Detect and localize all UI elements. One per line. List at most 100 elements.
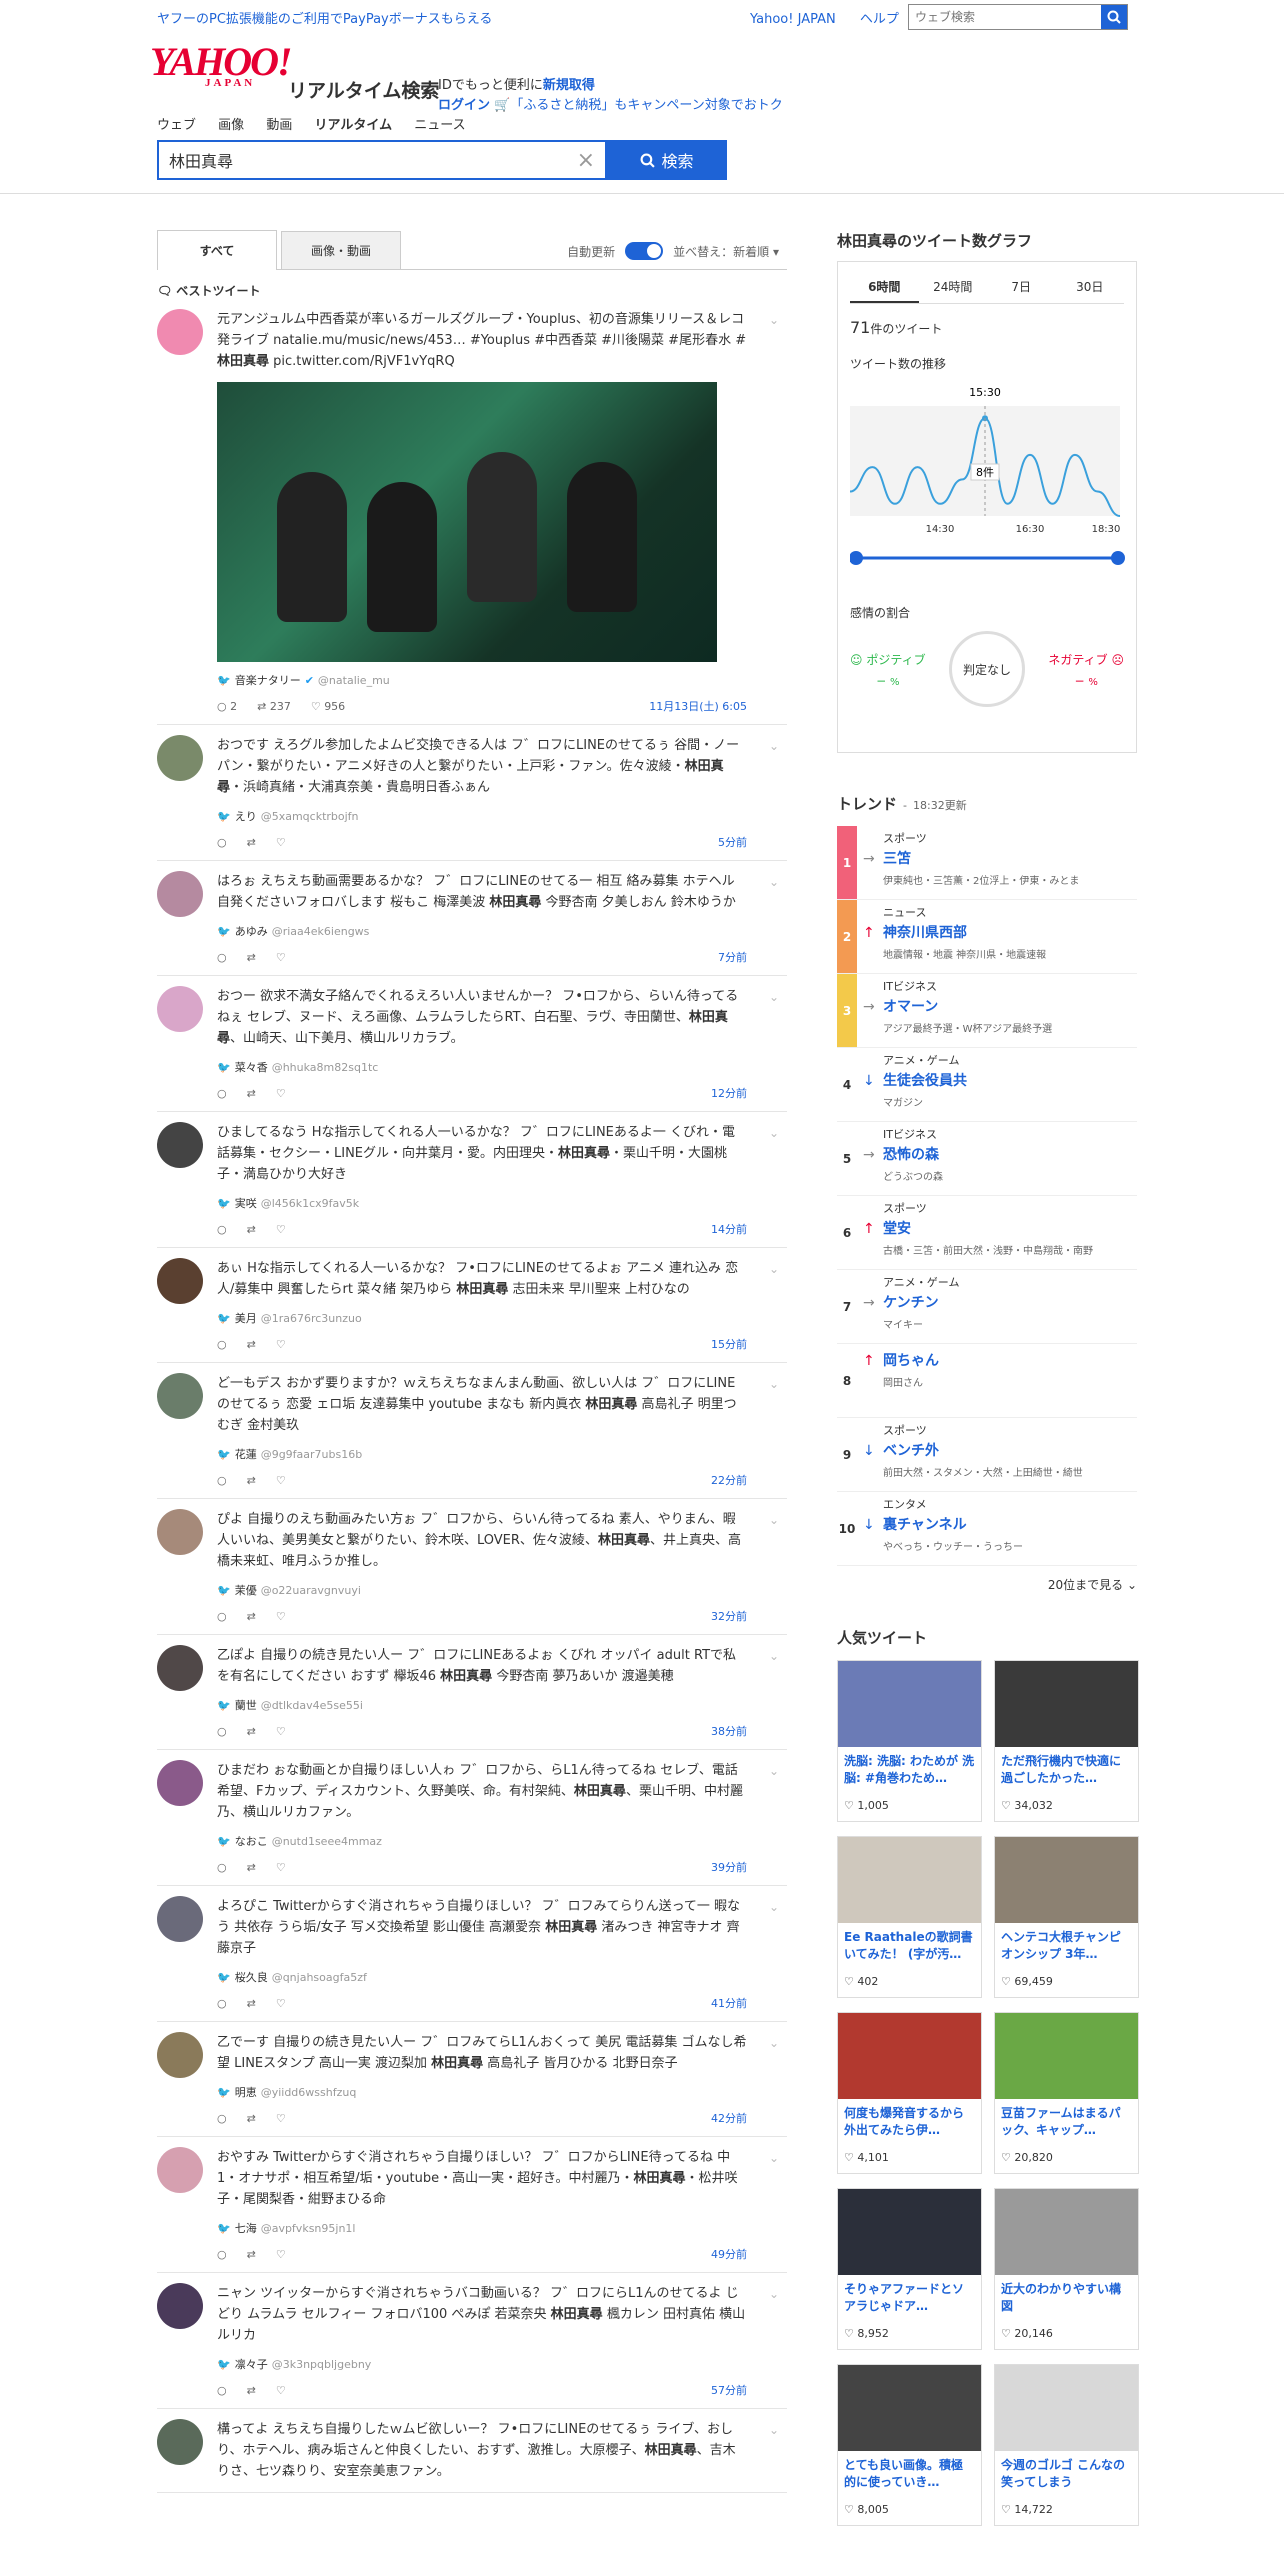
- author-name[interactable]: なおこ: [235, 1833, 268, 1849]
- like-icon[interactable]: ♡: [276, 1997, 286, 2010]
- retweet-icon[interactable]: ⇄: [247, 1861, 256, 1874]
- trend-more-link[interactable]: 20位まで見る ⌄: [837, 1576, 1137, 1593]
- tweet-image[interactable]: [217, 382, 717, 662]
- reply-icon[interactable]: ○: [217, 2384, 227, 2397]
- chevron-down-icon[interactable]: ⌄: [769, 1126, 779, 1140]
- popular-title-text[interactable]: 豆苗ファームはまるパック、キャップ…: [995, 2099, 1138, 2145]
- reply-icon[interactable]: ○: [217, 1474, 227, 1487]
- yahoo-logo[interactable]: YAHOO! JAPAN: [150, 42, 293, 89]
- author-name[interactable]: 花蓮: [235, 1446, 257, 1462]
- tweet-time[interactable]: 12分前: [711, 1085, 747, 1101]
- chevron-down-icon[interactable]: ⌄: [769, 2036, 779, 2050]
- popular-card[interactable]: 豆苗ファームはまるパック、キャップ… ♡ 20,820: [994, 2012, 1139, 2174]
- reply-icon[interactable]: ○: [217, 1610, 227, 1623]
- popular-card[interactable]: Ee Raathaleの歌詞書いてみた！ (字が汚… ♡ 402: [837, 1836, 982, 1998]
- nav-image[interactable]: 画像: [218, 118, 244, 133]
- range-24h[interactable]: 24時間: [919, 272, 988, 303]
- avatar[interactable]: [157, 2032, 203, 2078]
- popular-card[interactable]: そりゃアファードとソアラじゃドア… ♡ 8,952: [837, 2188, 982, 2350]
- popular-image[interactable]: [838, 2365, 981, 2451]
- trend-item[interactable]: 10 エンタメ ↓ 裏チャンネル やべっち・ウッチー・うっちー: [837, 1492, 1137, 1566]
- chevron-down-icon[interactable]: ⌄: [769, 1764, 779, 1778]
- like-icon[interactable]: ♡: [276, 1610, 286, 1623]
- author-handle[interactable]: @qnjahsoagfa5zf: [272, 1971, 367, 1984]
- tweet-time[interactable]: 32分前: [711, 1608, 747, 1624]
- chevron-down-icon[interactable]: ⌄: [769, 2423, 779, 2437]
- popular-title-text[interactable]: ヘンテコ大根チャンピオンシップ 3年…: [995, 1923, 1138, 1969]
- promo-link[interactable]: ヤフーのPC拡張機能のご利用でPayPayボーナスもらえる: [157, 8, 492, 27]
- trend-word[interactable]: ↓ ベンチ外: [863, 1440, 1137, 1460]
- chevron-down-icon[interactable]: ⌄: [769, 739, 779, 753]
- trend-item[interactable]: 9 スポーツ ↓ ベンチ外 前田大然・スタメン・大然・上田綺世・綺世: [837, 1418, 1137, 1492]
- reply-icon[interactable]: ○: [217, 2248, 227, 2261]
- avatar[interactable]: [157, 1509, 203, 1555]
- trend-item[interactable]: 8 ↑ 岡ちゃん 岡田さん: [837, 1344, 1137, 1418]
- popular-title-text[interactable]: 洗脳: 洗脳: わためが 洗脳: #角巻わため…: [838, 1747, 981, 1793]
- campaign-link[interactable]: 「ふるさと納税」もキャンペーン対象でおトク: [510, 98, 782, 113]
- tweet-time[interactable]: 14分前: [711, 1221, 747, 1237]
- chevron-down-icon[interactable]: ⌄: [769, 990, 779, 1004]
- web-search-input[interactable]: [909, 5, 1101, 29]
- tweet-time[interactable]: 42分前: [711, 2110, 747, 2126]
- popular-card[interactable]: 近大のわかりやすい構図 ♡ 20,146: [994, 2188, 1139, 2350]
- popular-card[interactable]: 何度も爆発音するから外出てみたら伊… ♡ 4,101: [837, 2012, 982, 2174]
- popular-image[interactable]: [995, 1837, 1138, 1923]
- trend-word[interactable]: ↓ 生徒会役員共: [863, 1070, 1137, 1090]
- like-icon[interactable]: ♡: [276, 1474, 286, 1487]
- chevron-down-icon[interactable]: ⌄: [769, 1377, 779, 1391]
- nav-web[interactable]: ウェブ: [157, 118, 196, 133]
- trend-item[interactable]: 6 スポーツ ↑ 堂安 古橋・三笘・前田大然・浅野・中島翔哉・南野: [837, 1196, 1137, 1270]
- like-icon[interactable]: ♡: [276, 1223, 286, 1236]
- author-name[interactable]: 実咲: [235, 1195, 257, 1211]
- author-name[interactable]: あゆみ: [235, 923, 268, 939]
- popular-image[interactable]: [995, 2013, 1138, 2099]
- trend-word[interactable]: ↑ 神奈川県西部: [863, 922, 1137, 942]
- reply-icon[interactable]: ○ 2: [217, 700, 237, 713]
- search-button[interactable]: 検索: [607, 140, 727, 180]
- popular-title-text[interactable]: そりゃアファードとソアラじゃドア…: [838, 2275, 981, 2321]
- service-name[interactable]: リアルタイム検索: [288, 76, 439, 103]
- popular-card[interactable]: 今週のゴルゴ こんなの笑ってしまう ♡ 14,722: [994, 2364, 1139, 2526]
- avatar[interactable]: [157, 1760, 203, 1806]
- retweet-icon[interactable]: ⇄: [247, 1087, 256, 1100]
- trend-item[interactable]: 3 ITビジネス → オマーン アジア最終予選・W杯アジア最終予選: [837, 974, 1137, 1048]
- author-handle[interactable]: @avpfvksn95jn1l: [261, 2222, 356, 2235]
- avatar[interactable]: [157, 2283, 203, 2329]
- author-name[interactable]: 明恵: [235, 2084, 257, 2100]
- reply-icon[interactable]: ○: [217, 951, 227, 964]
- signup-link[interactable]: 新規取得: [543, 78, 595, 93]
- author-name[interactable]: 蘭世: [235, 1697, 257, 1713]
- like-icon[interactable]: ♡: [276, 1861, 286, 1874]
- author-handle[interactable]: @5xamqcktrbojfn: [261, 810, 359, 823]
- trend-item[interactable]: 5 ITビジネス → 恐怖の森 どうぶつの森: [837, 1122, 1137, 1196]
- tweet-time[interactable]: 41分前: [711, 1995, 747, 2011]
- range-30d[interactable]: 30日: [1056, 272, 1125, 303]
- popular-image[interactable]: [995, 1661, 1138, 1747]
- avatar[interactable]: [157, 1896, 203, 1942]
- chevron-down-icon[interactable]: ⌄: [769, 2151, 779, 2165]
- reply-icon[interactable]: ○: [217, 1861, 227, 1874]
- reply-icon[interactable]: ○: [217, 1997, 227, 2010]
- author-name[interactable]: 桜久良: [235, 1969, 268, 1985]
- retweet-icon[interactable]: ⇄: [247, 2384, 256, 2397]
- trend-item[interactable]: 2 ニュース ↑ 神奈川県西部 地震情報・地震 神奈川県・地震速報: [837, 900, 1137, 974]
- tweet-time[interactable]: 5分前: [718, 834, 747, 850]
- trend-word[interactable]: → 三笘: [863, 848, 1137, 868]
- author-name[interactable]: 茉優: [235, 1582, 257, 1598]
- like-icon[interactable]: ♡: [276, 2384, 286, 2397]
- author-handle[interactable]: @natalie_mu: [318, 674, 390, 687]
- reply-icon[interactable]: ○: [217, 2112, 227, 2125]
- author-handle[interactable]: @yiidd6wsshfzuq: [261, 2086, 357, 2099]
- nav-news[interactable]: ニュース: [414, 118, 465, 133]
- popular-title-text[interactable]: 何度も爆発音するから外出てみたら伊…: [838, 2099, 981, 2145]
- retweet-icon[interactable]: ⇄: [247, 1223, 256, 1236]
- login-link[interactable]: ログイン: [438, 98, 490, 113]
- reply-icon[interactable]: ○: [217, 1087, 227, 1100]
- author-name[interactable]: 菜々香: [235, 1059, 268, 1075]
- avatar[interactable]: [157, 1645, 203, 1691]
- popular-title-text[interactable]: Ee Raathaleの歌詞書いてみた！ (字が汚…: [838, 1923, 981, 1969]
- chevron-down-icon[interactable]: ⌄: [769, 313, 779, 327]
- author-name[interactable]: 七海: [235, 2220, 257, 2236]
- trend-word[interactable]: → 恐怖の森: [863, 1144, 1137, 1164]
- reply-icon[interactable]: ○: [217, 1338, 227, 1351]
